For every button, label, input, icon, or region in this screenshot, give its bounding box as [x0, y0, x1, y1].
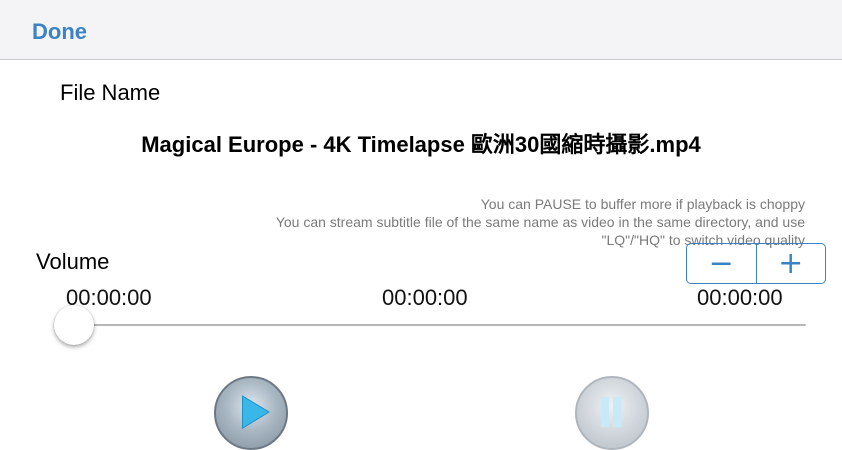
play-button[interactable] — [214, 376, 288, 450]
volume-label: Volume — [36, 249, 110, 274]
done-button[interactable]: Done — [32, 19, 87, 45]
pause-icon — [600, 396, 622, 428]
progress-slider-thumb[interactable] — [54, 305, 94, 345]
hint-subtitle-stream: You can stream subtitle file of the same… — [275, 214, 805, 230]
current-time: 00:00:00 — [382, 285, 468, 310]
file-name-label: File Name — [60, 80, 161, 105]
hint-pause-buffer: You can PAUSE to buffer more if playback… — [480, 196, 805, 212]
volume-stepper: − + — [686, 243, 826, 284]
volume-decrease-button[interactable]: − — [687, 244, 757, 283]
play-icon — [242, 395, 270, 429]
navigation-bar: Done — [0, 0, 842, 60]
file-name-title: Magical Europe - 4K Timelapse 歐洲30國縮時攝影.… — [141, 132, 701, 157]
volume-increase-button[interactable]: + — [757, 244, 826, 283]
pause-button[interactable] — [575, 376, 649, 450]
progress-track[interactable] — [58, 324, 806, 326]
total-time: 00:00:00 — [697, 285, 783, 310]
